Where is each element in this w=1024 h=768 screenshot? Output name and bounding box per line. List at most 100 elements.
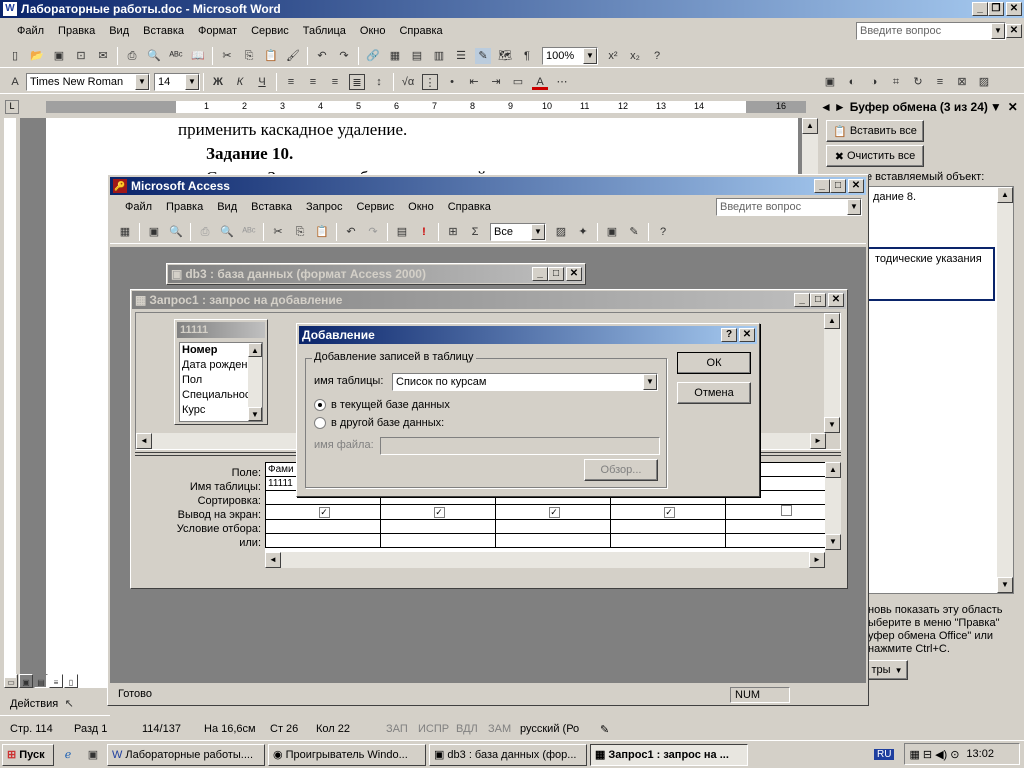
pane-back-icon[interactable]: ◄ bbox=[820, 100, 832, 114]
show-checkbox[interactable]: ✓ bbox=[318, 506, 330, 518]
more-formatting-icon[interactable]: ⋯ bbox=[554, 74, 570, 90]
word-menu-window[interactable]: Окно bbox=[353, 25, 393, 37]
access-undo-icon[interactable]: ↶ bbox=[343, 224, 359, 240]
align-right-icon[interactable]: ≡ bbox=[327, 74, 343, 90]
radio-other-icon[interactable] bbox=[314, 417, 326, 429]
access-maximize-button[interactable]: □ bbox=[830, 179, 846, 193]
subscript-icon[interactable]: x₂ bbox=[627, 48, 643, 64]
word-ask-dropdown-icon[interactable]: ▼ bbox=[991, 23, 1005, 39]
font-select[interactable]: Times New Roman ▼ bbox=[26, 72, 150, 91]
normal-view-icon[interactable]: ▭ bbox=[4, 674, 18, 688]
show-checkbox[interactable]: ✓ bbox=[548, 506, 560, 518]
pic-line-icon[interactable]: ≡ bbox=[932, 74, 948, 90]
align-left-icon[interactable]: ≡ bbox=[283, 74, 299, 90]
language-indicator[interactable]: RU bbox=[874, 748, 895, 760]
ok-button[interactable]: ОК bbox=[677, 352, 751, 374]
word-menu-format[interactable]: Формат bbox=[191, 25, 244, 37]
table-pane-right-icon[interactable]: ► bbox=[810, 433, 826, 449]
word-menu-edit[interactable]: Правка bbox=[51, 25, 102, 37]
cut-icon[interactable]: ✂ bbox=[219, 48, 235, 64]
taskbar-item-query[interactable]: ▦ Запрос1 : запрос на ... bbox=[590, 743, 748, 766]
access-menu-window[interactable]: Окно bbox=[401, 201, 441, 213]
open-icon[interactable]: 📂 bbox=[29, 48, 45, 64]
tray-icon-1[interactable]: ▦ bbox=[909, 748, 919, 761]
network-icon[interactable]: ⊟ bbox=[923, 748, 932, 761]
format-painter-icon[interactable]: 🖌 bbox=[285, 48, 301, 64]
access-help-icon[interactable]: ? bbox=[655, 224, 671, 240]
bold-icon[interactable]: Ж bbox=[210, 74, 226, 90]
clip-scroll-up-icon[interactable]: ▲ bbox=[997, 187, 1013, 203]
run-icon[interactable]: ! bbox=[416, 224, 432, 240]
paste-all-button[interactable]: 📋 Вставить все bbox=[826, 120, 924, 142]
grid-scroll-left-icon[interactable]: ◄ bbox=[265, 552, 281, 568]
grid-cell[interactable] bbox=[610, 519, 726, 534]
table-pane-up-icon[interactable]: ▲ bbox=[824, 313, 840, 329]
draw-actions-menu[interactable]: Действия bbox=[10, 698, 58, 710]
bullets-icon[interactable]: • bbox=[444, 74, 460, 90]
clear-all-button[interactable]: ✖ Очистить все bbox=[826, 145, 924, 167]
top-values-dropdown-icon[interactable]: ▼ bbox=[531, 223, 545, 240]
grid-vscroll[interactable]: ▲ ▼ bbox=[825, 462, 841, 550]
table-name-select[interactable]: Список по курсам ▼ bbox=[392, 373, 658, 391]
new-object-icon[interactable]: ✎ bbox=[626, 224, 642, 240]
clock[interactable]: 13:02 bbox=[966, 748, 994, 760]
table-pane-down-icon[interactable]: ▼ bbox=[824, 417, 840, 433]
start-button[interactable]: ⊞ Пуск bbox=[2, 743, 54, 766]
pic-rotate-icon[interactable]: ↻ bbox=[910, 74, 926, 90]
grid-scroll-right-icon[interactable]: ► bbox=[809, 552, 825, 568]
permission-icon[interactable]: ⊡ bbox=[73, 48, 89, 64]
access-cut-icon[interactable]: ✂ bbox=[270, 224, 286, 240]
field-list-scrollbar[interactable]: ▲ ▼ bbox=[248, 343, 262, 421]
clipboard-item[interactable]: дание 8. bbox=[867, 187, 1013, 207]
highlight-icon[interactable]: ▭ bbox=[510, 74, 526, 90]
radio-other-db[interactable]: в другой базе данных: bbox=[314, 417, 444, 429]
access-menu-query[interactable]: Запрос bbox=[299, 201, 349, 213]
grid-cell[interactable] bbox=[380, 533, 496, 548]
access-paste-icon[interactable]: 📋 bbox=[314, 224, 330, 240]
numbering-icon[interactable]: ⋮ bbox=[422, 73, 438, 90]
word-scroll-up-icon[interactable]: ▲ bbox=[802, 118, 818, 134]
access-save-icon[interactable]: ▣ bbox=[146, 224, 162, 240]
zoom-select[interactable]: 100% ▼ bbox=[542, 46, 598, 65]
increase-indent-icon[interactable]: ⇥ bbox=[488, 74, 504, 90]
tables-borders-icon[interactable]: ▦ bbox=[387, 48, 403, 64]
outline-view-icon[interactable]: ≡ bbox=[49, 674, 63, 688]
access-menu-file[interactable]: Файл bbox=[118, 201, 159, 213]
columns-icon[interactable]: ☰ bbox=[453, 48, 469, 64]
show-checkbox[interactable] bbox=[780, 505, 792, 516]
taskbar-item-word[interactable]: W Лабораторные работы.... bbox=[107, 743, 265, 766]
status-ext[interactable]: ВДЛ bbox=[456, 723, 486, 735]
word-menu-insert[interactable]: Вставка bbox=[136, 25, 191, 37]
hyperlink-icon[interactable]: 🔗 bbox=[365, 48, 381, 64]
print-icon[interactable]: ⎙ bbox=[124, 48, 140, 64]
query-type-icon[interactable]: ▤ bbox=[394, 224, 410, 240]
access-close-button[interactable]: ✕ bbox=[848, 179, 864, 193]
grid-hscroll[interactable]: ◄ ► bbox=[265, 552, 825, 568]
table-name-dropdown-icon[interactable]: ▼ bbox=[643, 374, 657, 390]
query-close-button[interactable]: ✕ bbox=[828, 293, 844, 307]
size-dropdown-icon[interactable]: ▼ bbox=[185, 73, 199, 90]
ruler-corner[interactable]: L bbox=[5, 100, 19, 114]
pic-crop-icon[interactable]: ⌗ bbox=[888, 74, 904, 90]
pane-menu-icon[interactable]: ▼ bbox=[990, 100, 1002, 114]
pic-format-icon[interactable]: ▨ bbox=[976, 74, 992, 90]
table-pane-left-icon[interactable]: ◄ bbox=[136, 433, 152, 449]
access-search-icon[interactable]: 🔍 bbox=[168, 224, 184, 240]
zoom-dropdown-icon[interactable]: ▼ bbox=[583, 47, 597, 64]
clipboard-scrollbar[interactable]: ▲ ▼ bbox=[997, 187, 1013, 593]
word-menu-tools[interactable]: Сервис bbox=[244, 25, 296, 37]
reading-view-icon[interactable]: ▯ bbox=[64, 674, 78, 688]
status-ovr[interactable]: ЗАМ bbox=[488, 723, 518, 735]
access-ask-dropdown-icon[interactable]: ▼ bbox=[847, 199, 861, 215]
italic-icon[interactable]: К bbox=[232, 74, 248, 90]
desktop-quicklaunch-icon[interactable]: ▣ bbox=[85, 747, 101, 763]
ie-quicklaunch-icon[interactable]: ℯ bbox=[60, 747, 76, 763]
access-menu-edit[interactable]: Правка bbox=[159, 201, 210, 213]
grid-cell[interactable] bbox=[495, 533, 611, 548]
access-menu-view[interactable]: Вид bbox=[210, 201, 244, 213]
radio-current-icon[interactable] bbox=[314, 399, 326, 411]
word-menu-table[interactable]: Таблица bbox=[296, 25, 353, 37]
justify-icon[interactable]: ≣ bbox=[349, 73, 365, 90]
pane-close-icon[interactable]: ✕ bbox=[1008, 100, 1018, 114]
word-ask-question-input[interactable]: Введите вопрос ▼ bbox=[856, 22, 1006, 40]
